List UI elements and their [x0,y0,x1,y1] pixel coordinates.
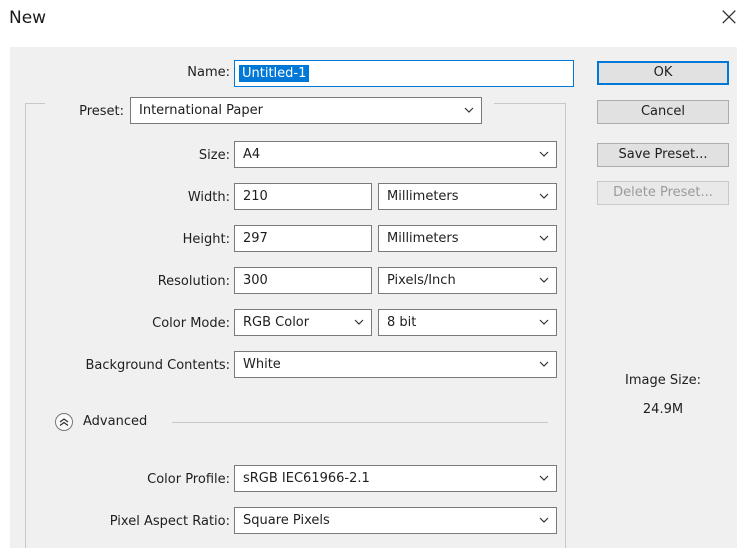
save-preset-button[interactable]: Save Preset... [597,143,729,167]
width-unit-dropdown[interactable]: Millimeters [378,183,557,210]
chevron-down-icon [539,319,549,325]
preset-dropdown[interactable]: International Paper [130,97,482,124]
image-size-label: Image Size: [625,373,701,388]
color-profile-dropdown[interactable]: sRGB IEC61966-2.1 [234,465,557,492]
width-field[interactable]: 210 [234,183,372,210]
dialog-panel: Name: Untitled-1 Preset: International P… [10,47,737,548]
ok-button[interactable]: OK [597,61,729,85]
image-size-value: 24.9M [642,402,684,417]
background-contents-dropdown[interactable]: White [234,351,557,378]
advanced-toggle-label[interactable]: Advanced [83,414,147,429]
chevron-down-icon [354,319,364,325]
chevron-down-icon [539,235,549,241]
chevron-down-icon [539,475,549,481]
height-unit-dropdown[interactable]: Millimeters [378,225,557,252]
delete-preset-button: Delete Preset... [597,181,729,205]
height-field[interactable]: 297 [234,225,372,252]
bit-depth-value: 8 bit [387,315,417,330]
advanced-divider [172,422,548,423]
chevron-down-icon [539,193,549,199]
collapse-advanced-icon[interactable] [55,413,73,431]
name-field[interactable]: Untitled-1 [234,60,574,87]
width-label: Width: [187,190,230,205]
chevron-down-icon [539,517,549,523]
preset-group-border [25,103,26,548]
size-dropdown[interactable]: A4 [234,141,557,168]
preset-group-border [565,103,566,548]
name-value: Untitled-1 [239,65,310,82]
height-label: Height: [182,232,230,247]
color-mode-value: RGB Color [243,315,310,330]
color-profile-value: sRGB IEC61966-2.1 [243,471,370,486]
window-title: New [9,8,47,28]
resolution-field[interactable]: 300 [234,267,372,294]
chevron-down-icon [539,151,549,157]
size-label: Size: [198,148,230,163]
width-unit-value: Millimeters [387,189,459,204]
pixel-aspect-ratio-value: Square Pixels [243,513,330,528]
color-mode-dropdown[interactable]: RGB Color [234,309,372,336]
chevron-down-icon [539,361,549,367]
color-profile-label: Color Profile: [147,472,230,487]
cancel-button[interactable]: Cancel [597,100,729,124]
resolution-label: Resolution: [157,274,230,289]
size-value: A4 [243,147,261,162]
resolution-unit-value: Pixels/Inch [387,273,456,288]
resolution-unit-dropdown[interactable]: Pixels/Inch [378,267,557,294]
background-contents-value: White [243,357,281,372]
chevron-down-icon [464,107,474,113]
bit-depth-dropdown[interactable]: 8 bit [378,309,557,336]
pixel-aspect-ratio-dropdown[interactable]: Square Pixels [234,507,557,534]
close-icon[interactable]: × [716,4,742,30]
height-unit-value: Millimeters [387,231,459,246]
name-label: Name: [187,65,230,80]
chevron-down-icon [539,277,549,283]
preset-group-border [494,103,565,104]
background-contents-label: Background Contents: [85,358,230,373]
preset-group-border [25,103,45,104]
color-mode-label: Color Mode: [152,316,230,331]
preset-label: Preset: [79,104,124,119]
preset-value: International Paper [139,103,263,118]
pixel-aspect-ratio-label: Pixel Aspect Ratio: [109,514,230,529]
